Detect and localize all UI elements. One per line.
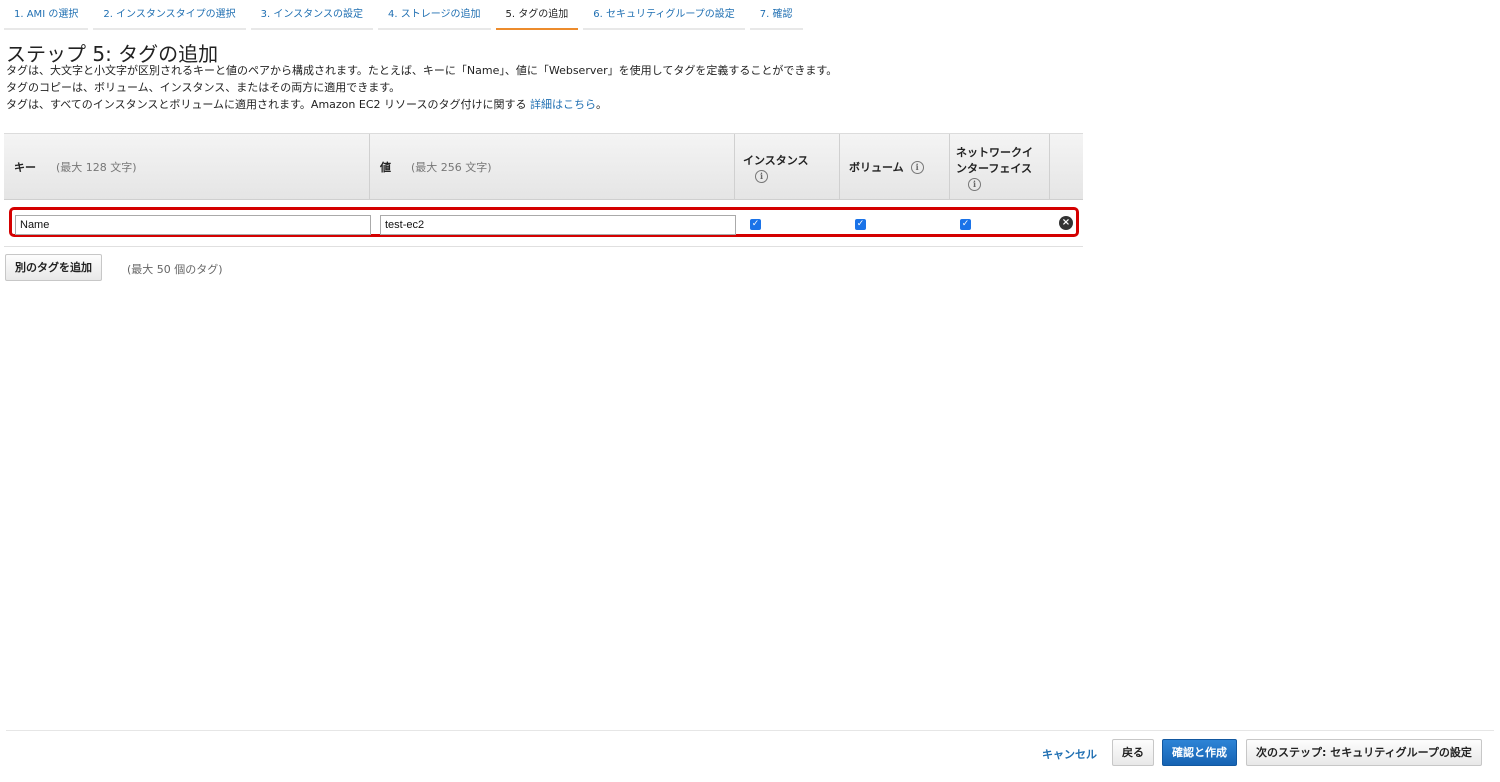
- table-header: キー (最大 128 文字) 値 (最大 256 文字) インスタンス i ボリ…: [4, 133, 1083, 200]
- tab-tags[interactable]: 5. タグの追加: [495, 0, 579, 30]
- header-volume: ボリューム i: [839, 134, 949, 200]
- tab-security-group[interactable]: 6. セキュリティグループの設定: [583, 0, 745, 30]
- tab-review[interactable]: 7. 確認: [749, 0, 803, 30]
- tab-instance-config[interactable]: 3. インスタンスの設定: [250, 0, 373, 30]
- volume-checkbox[interactable]: ✓: [855, 219, 866, 230]
- header-nic-line-1: ネットワークイ: [956, 145, 1033, 159]
- page-title: ステップ 5: タグの追加: [6, 42, 219, 66]
- network-interface-checkbox[interactable]: ✓: [960, 219, 971, 230]
- tags-table: キー (最大 128 文字) 値 (最大 256 文字) インスタンス i ボリ…: [4, 133, 1083, 247]
- add-tag-button[interactable]: 別のタグを追加: [5, 254, 102, 281]
- tab-storage[interactable]: 4. ストレージの追加: [377, 0, 491, 30]
- wizard-tabs: 1. AMI の選択 2. インスタンスタイプの選択 3. インスタンスの設定 …: [4, 0, 803, 30]
- header-nic-line-2: ンターフェイス: [956, 161, 1033, 175]
- tag-key-input[interactable]: [15, 215, 371, 235]
- remove-tag-icon[interactable]: ×: [1059, 216, 1073, 230]
- cancel-link[interactable]: キャンセル: [1042, 746, 1097, 762]
- description-line-1: タグは、大文字と小文字が区別されるキーと値のペアから構成されます。たとえば、キー…: [6, 64, 838, 77]
- tab-instance-type[interactable]: 2. インスタンスタイプの選択: [93, 0, 246, 30]
- header-value-hint: (最大 256 文字): [411, 161, 492, 174]
- header-network-interface: ネットワークイ ンターフェイス i: [949, 134, 1049, 200]
- header-key-label: キー: [14, 161, 36, 174]
- learn-more-link[interactable]: 詳細はこちら: [530, 98, 596, 111]
- review-and-launch-button[interactable]: 確認と作成: [1162, 739, 1237, 766]
- header-key-hint: (最大 128 文字): [56, 161, 137, 174]
- description-text: タグは、すべてのインスタンスとボリュームに適用されます。Amazon EC2 リ…: [6, 98, 527, 111]
- info-icon[interactable]: i: [755, 169, 768, 183]
- header-key: キー (最大 128 文字): [14, 134, 364, 200]
- header-value-label: 値: [380, 161, 391, 174]
- header-value: 値 (最大 256 文字): [369, 134, 731, 200]
- row-divider: [4, 246, 1083, 247]
- tag-value-input[interactable]: [380, 215, 736, 235]
- header-instance-label: インスタンス: [743, 153, 809, 167]
- table-row: ✓ ✓ ✓ ×: [9, 207, 1079, 237]
- description-line-2: タグのコピーは、ボリューム、インスタンス、またはその両方に適用できます。: [6, 81, 401, 94]
- description-end: 。: [595, 98, 607, 111]
- header-volume-label: ボリューム: [849, 161, 904, 174]
- header-actions: [1049, 134, 1083, 200]
- footer-divider: [6, 730, 1494, 731]
- info-icon[interactable]: i: [968, 177, 981, 191]
- back-button[interactable]: 戻る: [1112, 739, 1154, 766]
- add-tag-hint: (最大 50 個のタグ): [127, 263, 223, 276]
- header-instance: インスタンス i: [734, 134, 838, 200]
- next-security-group-button[interactable]: 次のステップ: セキュリティグループの設定: [1246, 739, 1482, 766]
- tab-ami[interactable]: 1. AMI の選択: [4, 0, 89, 30]
- info-icon[interactable]: i: [910, 160, 924, 174]
- description-line-3: タグは、すべてのインスタンスとボリュームに適用されます。Amazon EC2 リ…: [6, 98, 607, 112]
- instance-checkbox[interactable]: ✓: [750, 219, 761, 230]
